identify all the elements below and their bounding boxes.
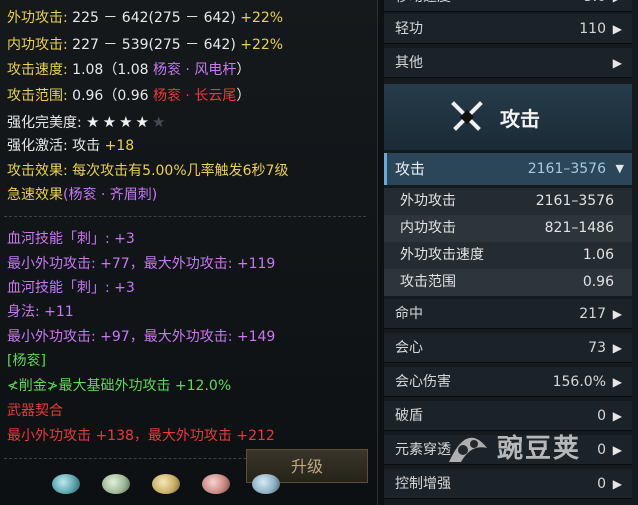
set-bonus-line: 血河技能「刺」: +3 [7,231,135,247]
star-icon: ★ [86,113,103,131]
attr-row-crit[interactable]: 会心 73 ▶ [384,333,632,363]
chevron-right-icon: ▶ [612,341,622,355]
sub-attr-row: 外功攻击速度 1.06 [384,242,632,269]
set-bonus-line: 最小外功攻击: +97，最大外功攻击: +149 [7,329,276,345]
attr-row-hit[interactable]: 命中 217 ▶ [384,299,632,329]
stat-attack-effect: 攻击效果: 每次攻击有5.00%几率触发6秒7级 [7,163,289,179]
weapon-fit-title: 武器契合 [7,403,63,419]
chevron-right-icon: ▶ [613,0,622,12]
attr-row-crit-damage[interactable]: 会心伤害 156.0% ▶ [384,367,632,397]
star-icon: ★ [135,113,152,131]
weapon-fit-bonus: 最小外功攻击 +138，最大外功攻击 +212 [7,428,275,444]
section-title: 攻击 [500,107,540,131]
star-rating: ★★★★★ [86,113,168,131]
gem-icon[interactable] [252,474,280,494]
divider [4,216,366,217]
set-effect: ≮削金≯最大基础外功攻击 +12.0% [7,378,232,394]
sub-attr-row: 内功攻击 821–1486 [384,215,632,242]
attr-row-move-speed[interactable]: 移动速度 5.0 ▶ [384,0,632,12]
attr-row-other[interactable]: 其他 ▶ [384,48,632,78]
star-empty-icon: ★ [151,113,169,131]
stat-enhance-activation: 强化激活: 攻击 +18 [7,138,135,154]
gem-icon[interactable] [102,474,130,494]
chevron-right-icon: ▶ [612,22,622,36]
item-tooltip: 外功攻击: 225 － 642(275 － 642) +22% 内功攻击: 22… [0,0,378,505]
attr-row-qinggong[interactable]: 轻功 110 ▶ [384,14,632,44]
set-bonus-line: 血河技能「刺」: +3 [7,280,135,296]
chevron-down-icon: ▼ [615,162,624,175]
watermark: 豌豆荚 [437,414,637,474]
gem-icon[interactable] [152,474,180,494]
gem-icon[interactable] [202,474,230,494]
gem-icon[interactable] [52,474,80,494]
attr-row-attack-selected[interactable]: 攻击 2161–3576 ▼ [384,153,632,185]
stat-inner-attack: 内功攻击: 227 － 539(275 － 642) +22% [7,37,284,53]
stat-attack-effect-cont: 急速效果(杨衮 · 齐眉刺) [7,187,158,203]
stat-outer-attack: 外功攻击: 225 － 642(275 － 642) +22% [7,10,284,26]
section-header-attack: 攻击 [384,84,632,150]
stat-enhance-perfection: 强化完美度: ★★★★★ [7,113,169,131]
set-name: [杨衮] [7,353,46,369]
star-icon: ★ [102,113,120,131]
stat-attack-range: 攻击范围: 0.96（0.96 杨衮 · 长云尾） [7,88,251,104]
sub-attr-row: 外功攻击 2161–3576 [384,188,632,215]
watermark-logo-icon [449,437,487,462]
chevron-right-icon: ▶ [612,375,622,389]
set-bonus-line: 最小外功攻击: +77，最大外功攻击: +119 [7,256,276,272]
set-bonus-line: 身法: +11 [7,304,74,320]
stat-attack-speed: 攻击速度: 1.08（1.08 杨衮 · 风电杆） [7,62,251,78]
chevron-right-icon: ▶ [612,56,622,70]
star-icon: ★ [119,113,136,131]
sub-attr-row: 攻击范围 0.96 [384,269,632,296]
chevron-right-icon: ▶ [612,307,622,321]
crossed-swords-icon [451,101,483,131]
